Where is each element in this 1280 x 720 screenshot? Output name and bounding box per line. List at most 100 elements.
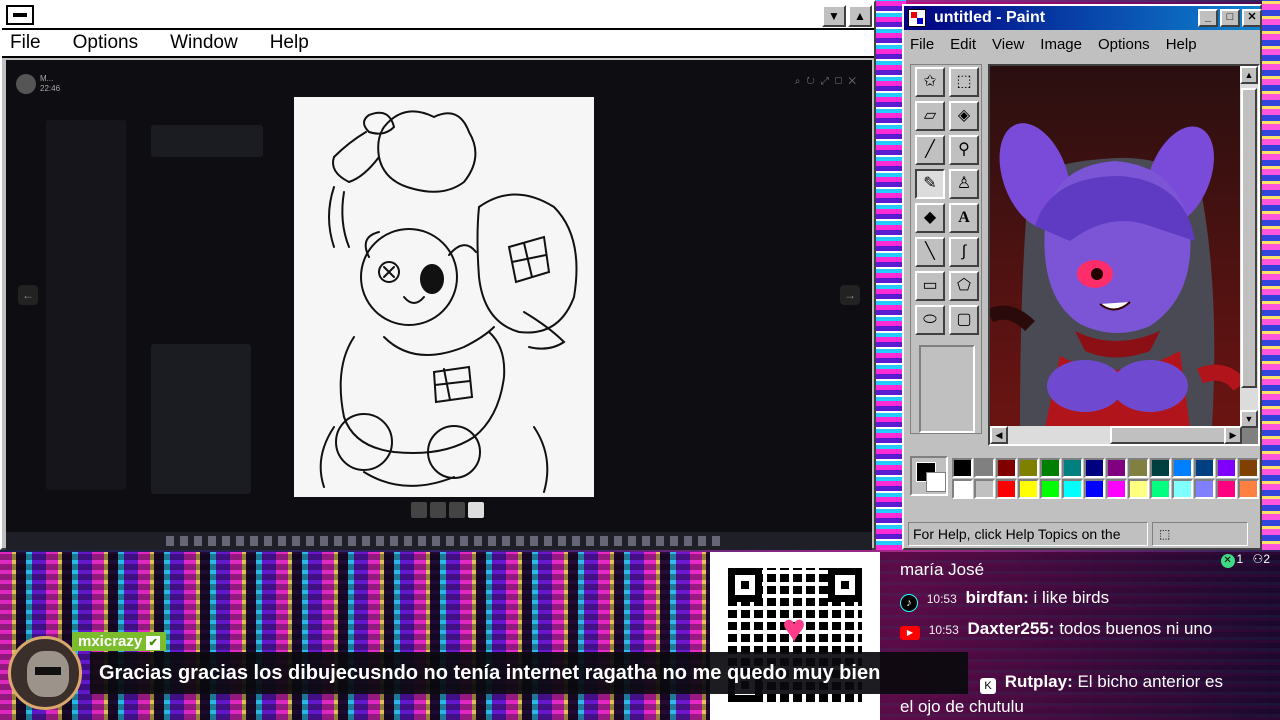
palette-swatch[interactable] — [1062, 458, 1083, 478]
palette-swatch[interactable] — [1172, 458, 1193, 478]
palette-swatch[interactable] — [974, 479, 995, 499]
palette-swatch[interactable] — [1238, 458, 1259, 478]
chat-time: 10:53 — [926, 592, 957, 606]
polygon-icon[interactable]: ⬠ — [949, 271, 979, 301]
text-icon[interactable]: A — [949, 203, 979, 233]
subtitle-message: Gracias gracias los dibujecusndo no tení… — [90, 652, 968, 694]
palette-swatch[interactable] — [1128, 479, 1149, 499]
line-icon[interactable]: ╲ — [915, 237, 945, 267]
menu-file[interactable]: File — [10, 32, 41, 54]
paint-minimize-button[interactable]: _ — [1198, 9, 1218, 27]
palette-swatch[interactable] — [1194, 458, 1215, 478]
palette-swatch[interactable] — [996, 479, 1017, 499]
brush-icon[interactable]: ♙ — [949, 169, 979, 199]
paint-close-button[interactable]: ✕ — [1242, 9, 1262, 27]
paint-logo-icon[interactable] — [908, 9, 926, 27]
palette-swatch[interactable] — [974, 458, 995, 478]
thumbnail-active[interactable] — [468, 502, 484, 518]
palette-swatch[interactable] — [1018, 479, 1039, 499]
current-colors[interactable] — [910, 456, 948, 496]
paint-menu-view[interactable]: View — [992, 36, 1024, 53]
main-menubar: File Options Window Help — [2, 30, 874, 58]
kick-icon: K — [980, 678, 996, 694]
color-picker-icon[interactable]: ╱ — [915, 135, 945, 165]
palette-swatch[interactable] — [996, 458, 1017, 478]
palette-swatch[interactable] — [1040, 479, 1061, 499]
paint-canvas-area[interactable]: ▲ ▼ ◀ ▶ — [988, 64, 1260, 446]
menu-window[interactable]: Window — [170, 32, 238, 54]
free-select-icon[interactable]: ✩ — [915, 67, 945, 97]
palette-swatch[interactable] — [1194, 479, 1215, 499]
palette-swatch[interactable] — [1040, 458, 1061, 478]
tool-options-box[interactable] — [919, 345, 975, 433]
palette-swatch[interactable] — [1062, 479, 1083, 499]
palette-swatches[interactable] — [952, 458, 1259, 499]
palette-swatch[interactable] — [1106, 479, 1127, 499]
palette-swatch[interactable] — [1172, 479, 1193, 499]
palette-swatch[interactable] — [1150, 479, 1171, 499]
thumbnail-strip[interactable] — [411, 502, 484, 518]
taskbar-icons[interactable] — [166, 536, 726, 546]
paint-maximize-button[interactable]: □ — [1220, 9, 1240, 27]
rectangle-icon[interactable]: ▭ — [915, 271, 945, 301]
qr-finder — [728, 568, 762, 602]
palette-swatch[interactable] — [1150, 458, 1171, 478]
thumbnail[interactable] — [430, 502, 446, 518]
maximize-button[interactable]: ▲ — [848, 5, 872, 27]
rounded-rect-icon[interactable]: ▢ — [949, 305, 979, 335]
palette-swatch[interactable] — [1238, 479, 1259, 499]
background-color[interactable] — [926, 472, 946, 492]
chat-username: Daxter255: — [967, 619, 1055, 638]
avatar — [16, 74, 36, 94]
paint-menu-options[interactable]: Options — [1098, 36, 1150, 53]
people-icon: ⚇ — [1252, 552, 1264, 566]
eraser-icon[interactable]: ▱ — [915, 101, 945, 131]
prev-image-button[interactable]: ← — [18, 285, 38, 305]
vertical-scrollbar[interactable]: ▲ ▼ — [1240, 66, 1258, 428]
palette-swatch[interactable] — [1128, 458, 1149, 478]
avatar — [8, 636, 82, 710]
rect-select-icon[interactable]: ⬚ — [949, 67, 979, 97]
palette-swatch[interactable] — [1216, 458, 1237, 478]
pencil-icon[interactable]: ✎ — [915, 169, 945, 199]
background-panel — [151, 344, 251, 494]
scroll-down-button[interactable]: ▼ — [1240, 410, 1258, 428]
system-menu-icon[interactable] — [6, 5, 34, 25]
palette-swatch[interactable] — [1216, 479, 1237, 499]
menu-options[interactable]: Options — [73, 32, 138, 54]
scroll-thumb[interactable] — [1241, 88, 1257, 388]
tiktok-icon: ♪ — [900, 594, 918, 612]
palette-swatch[interactable] — [1084, 479, 1105, 499]
palette-swatch[interactable] — [1084, 458, 1105, 478]
color-palette — [910, 456, 1259, 502]
subtitle-name: mxicrazy — [78, 633, 143, 650]
scroll-left-button[interactable]: ◀ — [990, 426, 1008, 444]
thumbnail[interactable] — [449, 502, 465, 518]
chat-message: el ojo de chutulu — [900, 697, 1024, 717]
scroll-thumb-horizontal[interactable] — [1110, 426, 1230, 444]
thumbnail[interactable] — [411, 502, 427, 518]
cursor-position-icon: ⬚ — [1152, 522, 1248, 546]
paint-menu-image[interactable]: Image — [1040, 36, 1082, 53]
palette-swatch[interactable] — [1106, 458, 1127, 478]
next-image-button[interactable]: → — [840, 285, 860, 305]
palette-swatch[interactable] — [1018, 458, 1039, 478]
menu-help[interactable]: Help — [270, 32, 309, 54]
minimize-button[interactable]: ▼ — [822, 5, 846, 27]
airbrush-icon[interactable]: ◆ — [915, 203, 945, 233]
palette-swatch[interactable] — [952, 479, 973, 499]
viewer-toolbar-icons[interactable]: ⌕↻⤢▢✕ — [795, 76, 862, 87]
chat-time: 10:53 — [928, 623, 959, 637]
magnifier-icon[interactable]: ⚲ — [949, 135, 979, 165]
paint-menu-edit[interactable]: Edit — [950, 36, 976, 53]
palette-swatch[interactable] — [952, 458, 973, 478]
scroll-up-button[interactable]: ▲ — [1240, 66, 1258, 84]
ellipse-icon[interactable]: ⬭ — [915, 305, 945, 335]
paint-menu-help[interactable]: Help — [1166, 36, 1197, 53]
horizontal-scrollbar[interactable]: ◀ ▶ — [990, 426, 1242, 444]
paint-menu-file[interactable]: File — [910, 36, 934, 53]
fill-icon[interactable]: ◈ — [949, 101, 979, 131]
curve-icon[interactable]: ∫ — [949, 237, 979, 267]
scroll-right-button[interactable]: ▶ — [1224, 426, 1242, 444]
youtube-icon: ▶ — [900, 626, 920, 640]
